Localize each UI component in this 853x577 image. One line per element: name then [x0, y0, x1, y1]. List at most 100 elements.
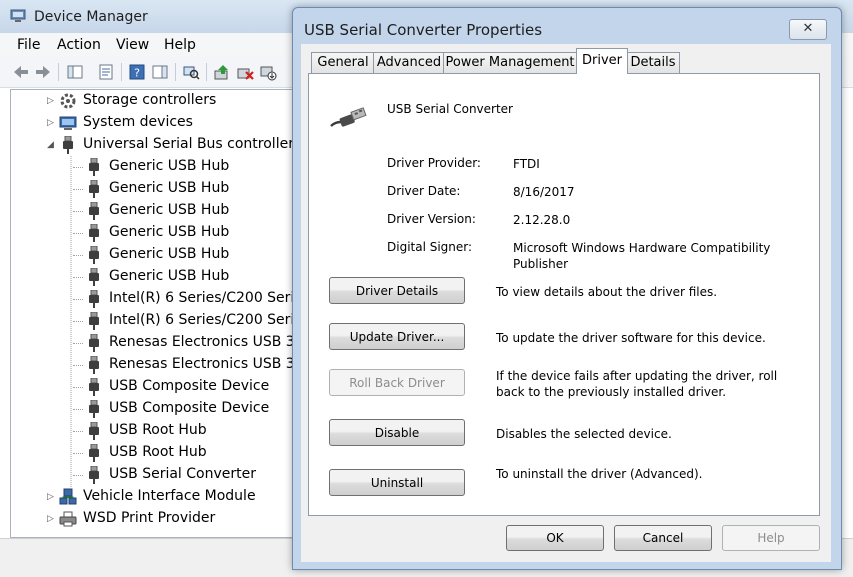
menu-view[interactable]: View — [116, 37, 149, 53]
system-devices-icon — [59, 114, 77, 132]
usb-plug-icon — [85, 377, 103, 396]
menu-action[interactable]: Action — [57, 37, 101, 53]
svg-text:?: ? — [134, 67, 140, 80]
device-tree[interactable]: ▷ Storage controllers ▷ System devices ◢ Univ… — [10, 89, 302, 538]
tree-connector — [73, 365, 83, 366]
usb-plug-icon — [85, 421, 103, 440]
tree-connector — [73, 409, 83, 410]
usb-plug-icon — [85, 443, 103, 462]
roll-back-driver-description: If the device fails after updating the d… — [496, 369, 778, 399]
tree-connector — [73, 277, 83, 278]
update-driver-button[interactable]: Update Driver... — [329, 323, 465, 350]
properties-dialog: USB Serial Converter Properties ✕ Genera… — [292, 7, 842, 570]
uninstall-button[interactable]: Uninstall — [329, 469, 465, 496]
tab-general[interactable]: General — [311, 52, 375, 73]
tree-item-label: Renesas Electronics USB 3.0 — [109, 334, 302, 350]
action-pane-icon[interactable] — [151, 63, 169, 81]
usb-plug-icon — [85, 311, 103, 330]
scan-hardware-icon[interactable] — [182, 63, 200, 81]
expand-arrow-icon[interactable]: ▷ — [47, 118, 55, 128]
tree-item-label: System devices — [83, 114, 193, 130]
driver-details-button[interactable]: Driver Details — [329, 277, 465, 304]
back-arrow-icon[interactable] — [12, 63, 30, 81]
cancel-button[interactable]: Cancel — [614, 525, 712, 551]
disable-description: Disables the selected device. — [496, 427, 672, 441]
tree-connector — [73, 189, 83, 190]
tree-item-label: Storage controllers — [83, 92, 217, 108]
expand-arrow-icon[interactable]: ▷ — [47, 492, 55, 502]
dialog-title: USB Serial Converter Properties — [304, 21, 543, 39]
digital-signer-label: Digital Signer: — [387, 240, 473, 254]
tree-connector — [73, 299, 83, 300]
usb-plug-icon — [85, 355, 103, 374]
tree-connector — [73, 167, 83, 168]
storage-controller-icon — [59, 92, 77, 110]
toolbar-separator — [206, 63, 207, 81]
update-driver-icon[interactable] — [213, 63, 231, 81]
tree-item-label: Renesas Electronics USB 3.0 — [109, 356, 302, 372]
digital-signer-value: Microsoft Windows Hardware Compatibility… — [513, 241, 771, 271]
menu-file[interactable]: File — [17, 37, 40, 53]
show-hide-tree-icon[interactable] — [66, 63, 84, 81]
usb-plug-icon — [85, 465, 103, 484]
tree-item-label: USB Serial Converter — [109, 466, 256, 482]
forward-arrow-icon[interactable] — [34, 63, 52, 81]
disable-device-icon[interactable] — [259, 63, 277, 81]
toolbar-separator — [58, 63, 59, 81]
tree-item-label: Generic USB Hub — [109, 202, 230, 218]
roll-back-driver-button[interactable]: Roll Back Driver — [329, 369, 465, 396]
printer-icon — [59, 510, 77, 528]
properties-icon[interactable] — [97, 63, 115, 81]
expand-arrow-icon[interactable]: ▷ — [47, 96, 55, 106]
driver-version-value: 2.12.28.0 — [513, 213, 571, 227]
tab-driver[interactable]: Driver — [576, 48, 628, 74]
usb-plug-icon — [85, 333, 103, 352]
update-driver-description: To update the driver software for this d… — [496, 331, 766, 345]
usb-plug-icon — [85, 399, 103, 418]
toolbar-separator — [121, 63, 122, 81]
tree-item-label: WSD Print Provider — [83, 510, 216, 526]
device-manager-title: Device Manager — [34, 9, 148, 25]
driver-date-value: 8/16/2017 — [513, 185, 575, 199]
tab-details[interactable]: Details — [626, 52, 680, 73]
driver-provider-label: Driver Provider: — [387, 156, 481, 170]
usb-plug-icon — [85, 157, 103, 176]
collapse-arrow-icon[interactable]: ◢ — [47, 140, 55, 150]
device-name: USB Serial Converter — [387, 102, 513, 116]
device-manager-icon — [10, 9, 26, 22]
uninstall-device-icon[interactable] — [236, 63, 254, 81]
driver-provider-value: FTDI — [513, 157, 540, 171]
tree-item-label: Intel(R) 6 Series/C200 Series — [109, 312, 302, 328]
usb-plug-icon — [85, 201, 103, 220]
usb-plug-icon — [85, 179, 103, 198]
help-icon[interactable]: ? — [128, 63, 146, 81]
usb-plug-icon — [85, 267, 103, 286]
tree-item-label: Generic USB Hub — [109, 268, 230, 284]
close-icon: ✕ — [802, 21, 814, 36]
usb-plug-icon — [59, 135, 77, 154]
tree-connector — [73, 475, 83, 476]
tree-connector — [73, 255, 83, 256]
usb-plug-icon — [85, 223, 103, 242]
disable-button[interactable]: Disable — [329, 419, 465, 446]
help-button[interactable]: Help — [722, 525, 820, 551]
tree-connector — [73, 387, 83, 388]
usb-plug-icon — [85, 245, 103, 264]
network-device-icon — [59, 488, 77, 506]
usb-connector-icon — [330, 107, 367, 127]
tab-power-management[interactable]: Power Management — [443, 52, 577, 73]
tree-connector — [73, 211, 83, 212]
tree-item-label: Universal Serial Bus controllers — [83, 136, 302, 152]
driver-details-description: To view details about the driver files. — [496, 285, 718, 299]
tree-item-label: Generic USB Hub — [109, 246, 230, 262]
tree-item-label: USB Root Hub — [109, 422, 207, 438]
tree-item-label: Intel(R) 6 Series/C200 Series — [109, 290, 302, 306]
usb-plug-icon — [85, 289, 103, 308]
tab-advanced[interactable]: Advanced — [373, 52, 445, 73]
tree-item-label: USB Root Hub — [109, 444, 207, 460]
menu-help[interactable]: Help — [164, 37, 196, 53]
tree-connector — [73, 453, 83, 454]
expand-arrow-icon[interactable]: ▷ — [47, 514, 55, 524]
ok-button[interactable]: OK — [506, 525, 604, 551]
close-button[interactable]: ✕ — [789, 19, 827, 40]
